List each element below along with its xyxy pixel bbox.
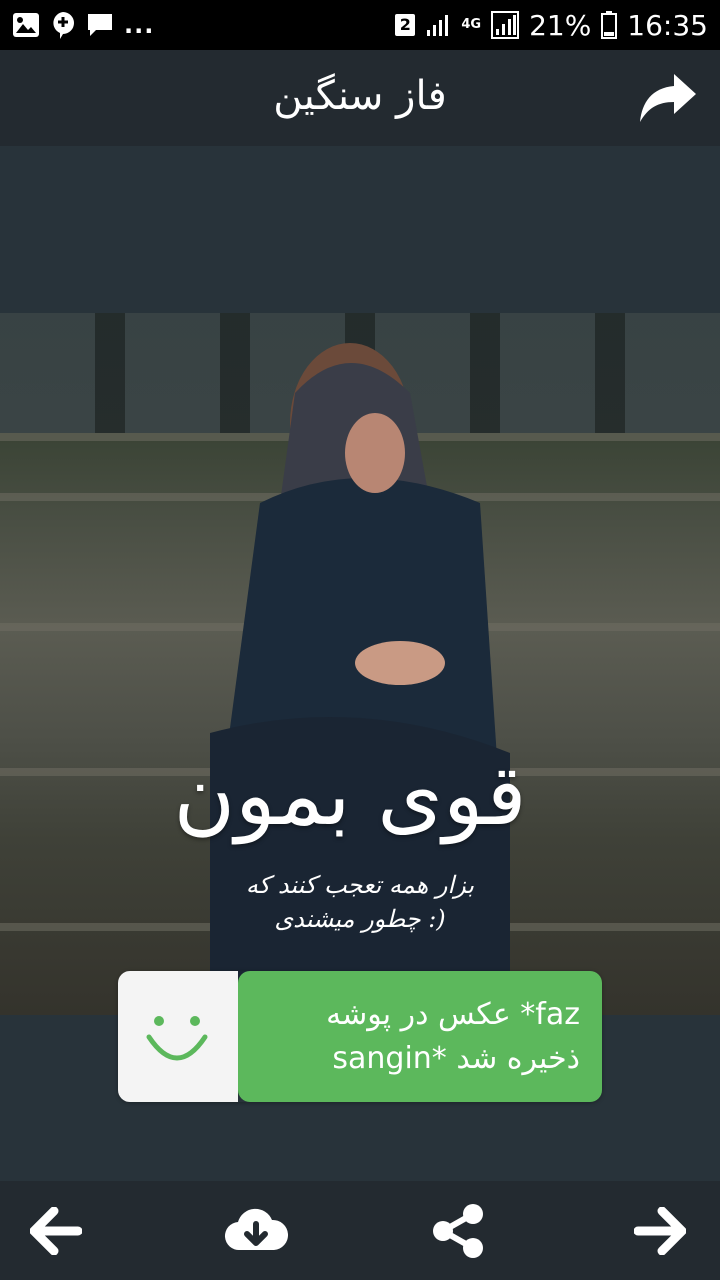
next-button[interactable]	[630, 1201, 690, 1261]
cloud-download-icon	[224, 1208, 288, 1251]
share-forward-button[interactable]	[636, 68, 700, 128]
signal-box-icon	[491, 11, 520, 39]
clock: 16:35	[627, 8, 708, 42]
photo-caption-sub: بزار همه تعجب کنند که چطور میشندی :)	[230, 868, 490, 936]
toast-line2: sangin* ذخیره شد	[332, 1040, 580, 1076]
share-button[interactable]	[428, 1201, 488, 1261]
toast-icon-area	[118, 971, 238, 1102]
app-bar: فاز سنگین	[0, 50, 720, 146]
arrow-left-icon	[30, 1207, 82, 1255]
message-notification-icon	[88, 14, 112, 36]
image-notification-icon	[13, 13, 39, 37]
share-forward-icon	[640, 74, 696, 122]
photo-caption-line1: بزار همه تعجب کنند که	[245, 871, 475, 899]
sim-badge: 2	[395, 14, 416, 36]
page-title: فاز سنگین	[273, 73, 447, 119]
battery-percent: 21%	[529, 8, 592, 42]
signal-icon	[427, 15, 449, 36]
more-notifications: ...	[124, 11, 155, 39]
saved-toast: عکس در پوشه *faz sangin* ذخیره شد	[118, 971, 602, 1102]
toast-message: عکس در پوشه *faz sangin* ذخیره شد	[238, 971, 602, 1102]
download-button[interactable]	[224, 1201, 288, 1261]
arrow-right-icon	[634, 1207, 686, 1255]
photo-caption-line2: چطور میشندی :)	[274, 905, 446, 933]
location-notification-icon	[53, 12, 74, 39]
share-icon	[433, 1204, 483, 1258]
battery-icon	[601, 11, 618, 39]
network-type: 4G	[461, 17, 482, 32]
photo-caption-main: قوی بمون	[173, 746, 527, 844]
network-label: 4G	[461, 17, 482, 32]
status-bar: ... 2 4G 21% 16:35	[0, 0, 720, 50]
previous-button[interactable]	[26, 1201, 86, 1261]
bottom-nav-bar	[0, 1181, 720, 1280]
smiley-icon	[146, 1015, 208, 1060]
toast-line1: عکس در پوشه *faz	[326, 996, 580, 1032]
